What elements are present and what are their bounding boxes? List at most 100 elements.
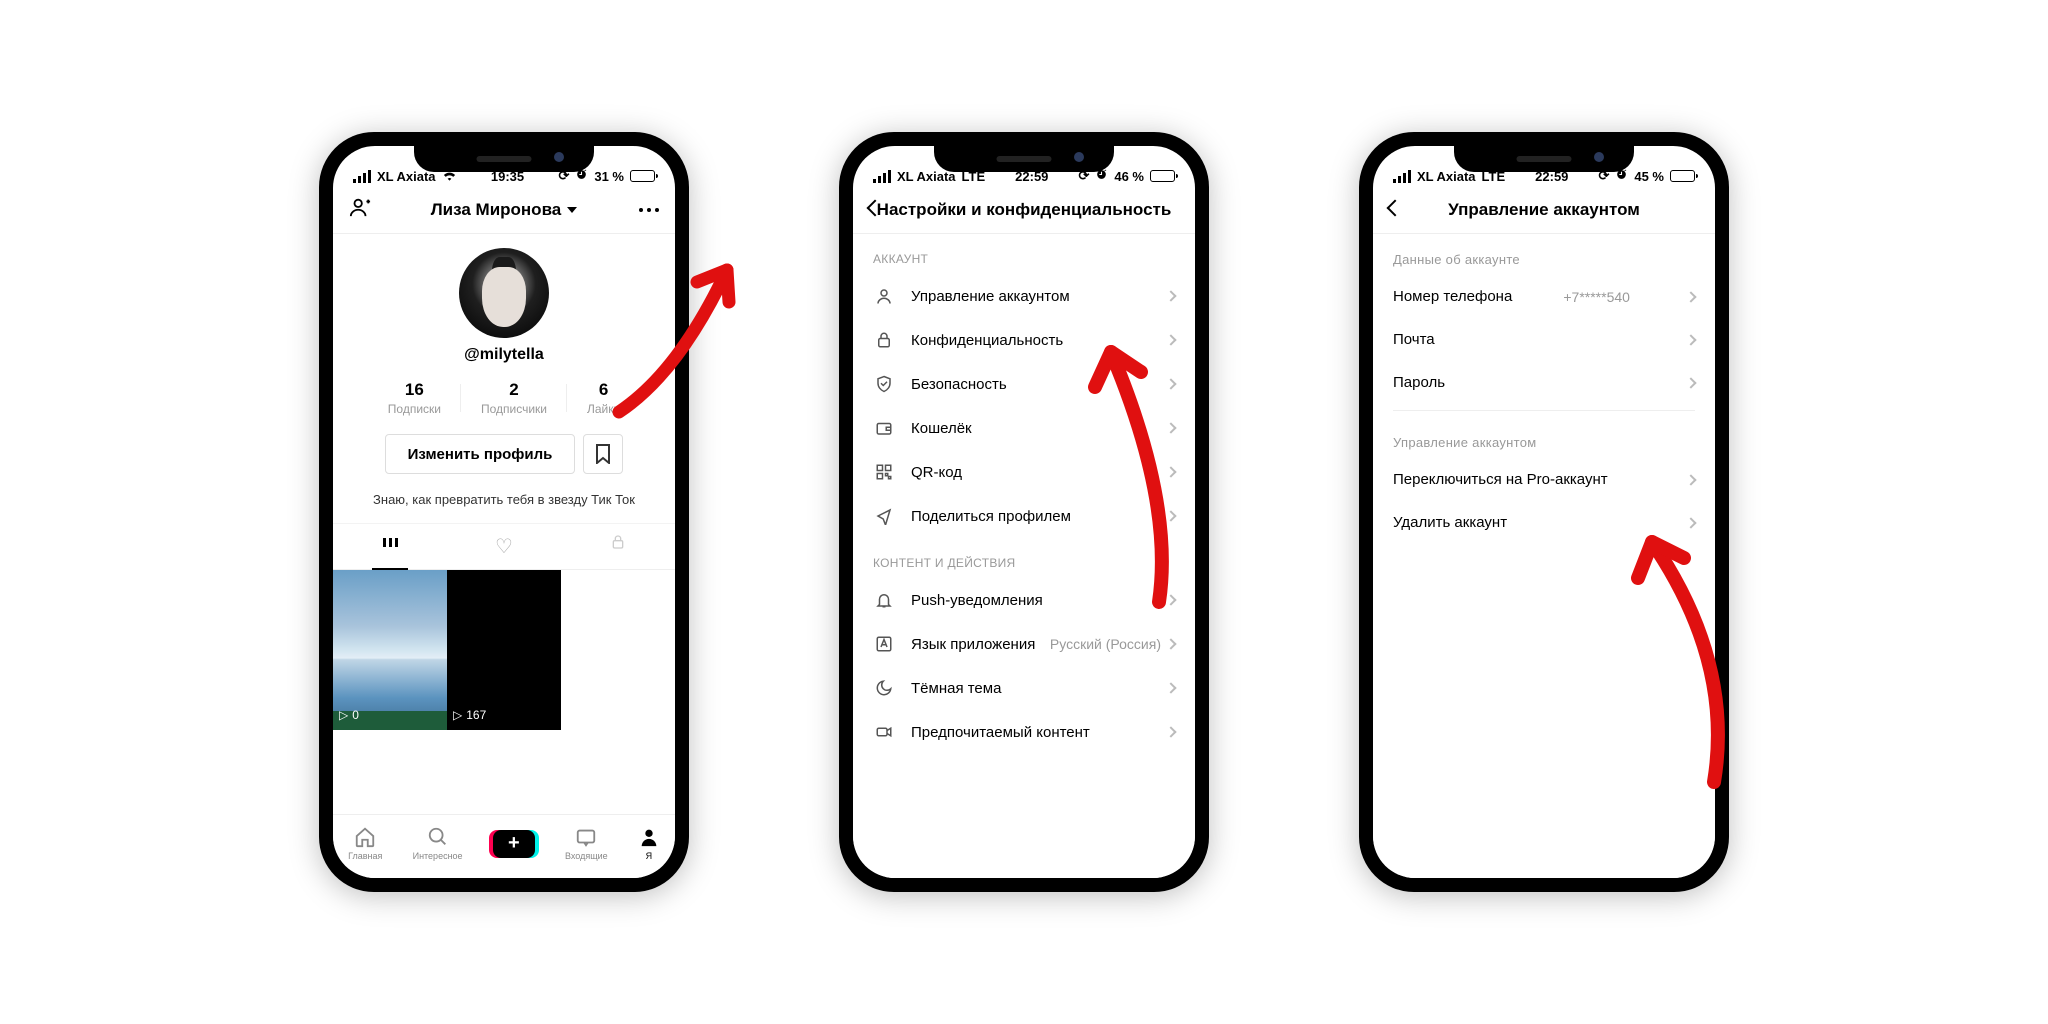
chevron-right-icon	[1165, 510, 1176, 521]
battery-pct: 46 %	[1114, 169, 1144, 184]
more-options-button[interactable]	[639, 208, 659, 212]
item-label: Кошелёк	[911, 420, 972, 437]
divider	[1393, 410, 1695, 411]
home-icon	[354, 826, 376, 848]
nav-me[interactable]: Я	[638, 826, 660, 861]
item-phone[interactable]: Номер телефона +7*****540	[1373, 275, 1715, 318]
section-content-label: КОНТЕНТ И ДЕЙСТВИЯ	[853, 538, 1195, 578]
video-icon	[873, 723, 895, 741]
language-icon	[873, 635, 895, 653]
video-thumb[interactable]: 0	[333, 570, 447, 730]
search-icon	[427, 826, 449, 848]
tab-posts[interactable]	[333, 524, 447, 569]
play-count: 0	[339, 708, 359, 722]
item-push[interactable]: Push-уведомления	[853, 578, 1195, 622]
phone-settings: XL Axiata LTE 22:59 ⟳ 46 % Настройки и к…	[839, 132, 1209, 892]
profile-stats: 16 Подписки 2 Подписчики 6 Лайки	[333, 380, 675, 416]
item-privacy[interactable]: Конфиденциальность	[853, 318, 1195, 362]
item-label: Безопасность	[911, 376, 1007, 393]
item-security[interactable]: Безопасность	[853, 362, 1195, 406]
nav-discover[interactable]: Интересное	[413, 826, 463, 861]
item-label: Поделиться профилем	[911, 508, 1071, 525]
profile-avatar[interactable]	[459, 248, 549, 338]
profile-bio: Знаю, как превратить тебя в звезду Тик Т…	[373, 492, 635, 507]
section-account-label: АККАУНТ	[853, 234, 1195, 274]
item-label: QR-код	[911, 464, 962, 481]
phone-manage-account: XL Axiata LTE 22:59 ⟳ 45 % Управление ак…	[1359, 132, 1729, 892]
settings-header: Настройки и конфиденциальность	[853, 186, 1195, 234]
tab-liked[interactable]	[447, 524, 561, 569]
username-label: @milytella	[464, 346, 544, 364]
caret-down-icon	[567, 207, 577, 213]
item-dark-theme[interactable]: Тёмная тема	[853, 666, 1195, 710]
moon-icon	[873, 679, 895, 697]
chevron-right-icon	[1165, 334, 1176, 345]
chevron-right-icon	[1165, 682, 1176, 693]
battery-icon	[1670, 170, 1695, 182]
back-button[interactable]	[869, 201, 881, 219]
phone-notch	[414, 146, 594, 172]
phone-notch	[934, 146, 1114, 172]
stat-likes[interactable]: 6 Лайки	[567, 380, 640, 416]
person-icon	[873, 287, 895, 305]
item-qr[interactable]: QR-код	[853, 450, 1195, 494]
signal-icon	[1393, 170, 1411, 183]
tab-private[interactable]	[561, 524, 675, 569]
profile-icon	[638, 826, 660, 848]
phone-notch	[1454, 146, 1634, 172]
section-manage-label: Управление аккаунтом	[1373, 417, 1715, 458]
chevron-right-icon	[1165, 422, 1176, 433]
nav-inbox[interactable]: Входящие	[565, 826, 608, 861]
heart-icon	[495, 540, 513, 557]
item-value: Русский (Россия)	[1050, 636, 1161, 652]
item-switch-pro[interactable]: Переключиться на Pro-аккаунт	[1373, 458, 1715, 501]
bookmark-button[interactable]	[583, 434, 623, 474]
bell-icon	[873, 591, 895, 609]
battery-pct: 45 %	[1634, 169, 1664, 184]
chevron-right-icon	[1165, 726, 1176, 737]
item-label: Пароль	[1393, 374, 1445, 391]
item-label: Язык приложения	[911, 636, 1035, 653]
share-icon	[873, 507, 895, 525]
item-content-pref[interactable]: Предпочитаемый контент	[853, 710, 1195, 754]
item-language[interactable]: Язык приложения Русский (Россия)	[853, 622, 1195, 666]
carrier-label: XL Axiata	[377, 169, 436, 184]
item-email[interactable]: Почта	[1373, 318, 1715, 361]
nav-home[interactable]: Главная	[348, 826, 382, 861]
carrier-label: XL Axiata	[1417, 169, 1476, 184]
chevron-right-icon	[1685, 377, 1696, 388]
battery-pct: 31 %	[594, 169, 624, 184]
item-wallet[interactable]: Кошелёк	[853, 406, 1195, 450]
lock-icon	[610, 534, 626, 550]
back-button[interactable]	[1389, 201, 1401, 219]
signal-icon	[873, 170, 891, 183]
chevron-right-icon	[1165, 466, 1176, 477]
item-label: Управление аккаунтом	[911, 288, 1070, 305]
phone-profile: XL Axiata 19:35 ⟳ 31 %	[319, 132, 689, 892]
item-value: +7*****540	[1563, 289, 1630, 305]
grid-icon	[383, 538, 398, 547]
signal-icon	[353, 170, 371, 183]
item-manage-account[interactable]: Управление аккаунтом	[853, 274, 1195, 318]
stat-following[interactable]: 16 Подписки	[368, 380, 461, 416]
video-grid: 0 167	[333, 570, 675, 730]
item-label: Конфиденциальность	[911, 332, 1063, 349]
profile-tabs	[333, 523, 675, 570]
item-share-profile[interactable]: Поделиться профилем	[853, 494, 1195, 538]
add-friend-button[interactable]	[349, 196, 371, 223]
manage-header: Управление аккаунтом	[1373, 186, 1715, 234]
item-label: Удалить аккаунт	[1393, 514, 1507, 531]
item-password[interactable]: Пароль	[1373, 361, 1715, 404]
nav-create[interactable]: +	[493, 830, 535, 858]
stat-followers[interactable]: 2 Подписчики	[461, 380, 567, 416]
edit-profile-button[interactable]: Изменить профиль	[385, 434, 576, 474]
chevron-right-icon	[1165, 638, 1176, 649]
chevron-right-icon	[1165, 378, 1176, 389]
video-thumb[interactable]: 167	[447, 570, 561, 730]
profile-name-dropdown[interactable]: Лиза Миронова	[431, 200, 578, 220]
battery-icon	[630, 170, 655, 182]
chevron-right-icon	[1685, 474, 1696, 485]
item-delete-account[interactable]: Удалить аккаунт	[1373, 501, 1715, 544]
item-label: Переключиться на Pro-аккаунт	[1393, 471, 1608, 488]
chevron-right-icon	[1685, 334, 1696, 345]
